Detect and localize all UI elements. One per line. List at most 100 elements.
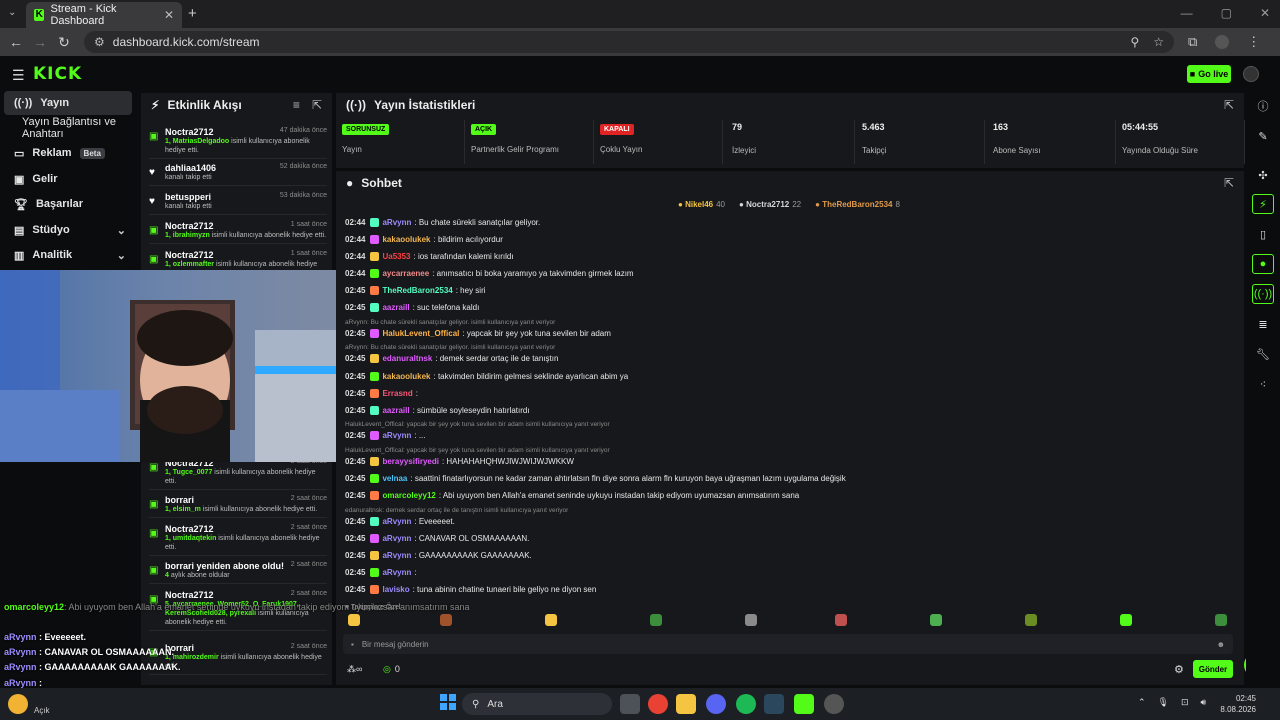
message-username[interactable]: aycarraenee xyxy=(382,269,429,278)
emote-icon[interactable] xyxy=(440,614,452,626)
emote-icon[interactable] xyxy=(1120,614,1132,626)
steam-icon[interactable] xyxy=(764,694,784,714)
emote-icon[interactable] xyxy=(348,614,360,626)
message-username[interactable]: omarcoleyy12 xyxy=(382,491,435,500)
message-username[interactable]: edanuraltnsk xyxy=(382,354,432,363)
layers-icon[interactable]: ≣ xyxy=(1252,314,1274,334)
chat-message[interactable]: 02:45 velnaa: saattini finatarlıyorsun ne… xyxy=(345,474,846,483)
sidebar-item-studyo[interactable]: ▤ Stüdyo ⌄ xyxy=(4,218,132,242)
bookmark-star-icon[interactable]: ☆ xyxy=(1153,35,1164,49)
notes-icon[interactable]: ▯ xyxy=(1252,224,1274,244)
message-username[interactable]: kakaoolukek xyxy=(382,372,430,381)
chat-message[interactable]: 02:45 omarcoleyy12: Abi uyuyom ben Allah'… xyxy=(345,491,799,500)
forward-icon[interactable]: → xyxy=(28,34,52,50)
activity-item[interactable]: ♥ betuspperi 53 dakika önce kanalı takip e… xyxy=(149,192,327,215)
go-live-button[interactable]: ■ Go live xyxy=(1187,65,1231,83)
chat-message[interactable]: 02:45 aRvynn: Eveeeeet. xyxy=(345,517,455,526)
message-username[interactable]: berayysifiryedi xyxy=(382,457,438,466)
chat-tools-icon[interactable]: ⁂∞ xyxy=(347,664,362,675)
chat-message[interactable]: 02:45 HalukLevent_Offical: yapcak bir şey… xyxy=(345,329,611,338)
activity-item[interactable]: ♥ dahliaa1406 52 dakika önce kanalı takip … xyxy=(149,163,327,186)
popout-icon[interactable]: ⇱ xyxy=(1224,176,1234,190)
edit-icon[interactable]: ✎ xyxy=(1252,126,1274,146)
zoom-icon[interactable]: ⚲ xyxy=(1130,35,1139,49)
message-username[interactable]: aRvynn xyxy=(382,517,411,526)
sidebar-item-reklam[interactable]: ▭ Reklam Beta xyxy=(4,141,132,165)
tray-chevron-icon[interactable]: ⌃ xyxy=(1138,697,1146,708)
sidebar-item-analitik[interactable]: ▥ Analitik ⌄ xyxy=(4,243,132,267)
message-username[interactable]: HalukLevent_Offical xyxy=(382,329,459,338)
message-username[interactable]: aazraill xyxy=(382,406,409,415)
raid-icon[interactable]: ✣ xyxy=(1252,165,1274,185)
activity-item[interactable]: ▣Noctra27122 saat önce1, Tugce_0077 isim… xyxy=(149,458,327,490)
chat-message[interactable]: 02:44 aycarraenee: anımsatıcı bi boka yar… xyxy=(345,269,634,278)
mic-icon[interactable]: 🎙︎ xyxy=(1158,697,1169,708)
message-username[interactable]: kakaoolukek xyxy=(382,235,430,244)
message-username[interactable]: TheRedBaron2534 xyxy=(382,286,452,295)
chat-message[interactable]: 02:45 aRvynn: xyxy=(345,568,417,577)
emote-icon[interactable] xyxy=(930,614,942,626)
chat-toggle-icon[interactable]: ● xyxy=(1252,254,1274,274)
message-username[interactable]: Ua5353 xyxy=(382,252,410,261)
chat-message[interactable]: 02:44 kakaoolukek: bildirim acılıyordur xyxy=(345,235,503,244)
message-username[interactable]: aRvynn xyxy=(382,568,411,577)
back-icon[interactable]: ← xyxy=(4,34,28,50)
reload-icon[interactable]: ↻ xyxy=(52,34,76,51)
send-button[interactable]: Gönder xyxy=(1193,660,1233,678)
new-tab-icon[interactable]: + xyxy=(188,5,197,22)
activity-item[interactable]: ▣ borrari yeniden abone oldu! 2 saat önce 4… xyxy=(149,561,327,584)
top-chatter[interactable]: ● Nikel46 40 xyxy=(678,200,725,209)
chat-message[interactable]: 02:45 kakaoolukek: takvimden bildirim gel… xyxy=(345,372,628,381)
info-icon[interactable]: ⓘ xyxy=(1252,96,1274,116)
chat-message[interactable]: 02:45 lavisko: tuna abinin chatine tunaer… xyxy=(345,585,596,594)
profile-avatar[interactable] xyxy=(1215,35,1230,49)
file-explorer-icon[interactable] xyxy=(676,694,696,714)
obs-icon[interactable] xyxy=(824,694,844,714)
activity-item[interactable]: ▣ borrari 2 saat önce 1, elsim_m isimli kul… xyxy=(149,495,327,518)
stats-toggle-icon[interactable]: ((·)) xyxy=(1252,284,1274,304)
chat-message[interactable]: 02:45 aazraill: sümbüle soyleseydin hatır… xyxy=(345,406,530,415)
message-username[interactable]: aazraill xyxy=(382,303,409,312)
weather-icon[interactable] xyxy=(8,694,28,714)
sidebar-item-yayin[interactable]: ((·)) Yayın xyxy=(4,91,132,115)
filter-icon[interactable]: ≡ xyxy=(293,98,300,112)
extensions-icon[interactable]: ⧉ xyxy=(1188,34,1197,50)
chat-settings-gear-icon[interactable]: ⚙ xyxy=(1174,663,1184,676)
emote-icon[interactable] xyxy=(745,614,757,626)
tab-list-icon[interactable]: ⌄ xyxy=(8,7,16,18)
kick-logo[interactable]: KICK xyxy=(33,64,82,84)
activity-toggle-icon[interactable]: ⚡︎ xyxy=(1252,194,1274,214)
hamburger-menu-icon[interactable]: ☰ xyxy=(12,67,25,84)
activity-item[interactable]: ▣ Noctra2712 47 dakika önce 1, MatriasDelga… xyxy=(149,127,327,159)
top-chatter[interactable]: ● Noctra2712 22 xyxy=(739,200,801,209)
wrench-icon[interactable]: 🔧︎ xyxy=(1252,344,1274,364)
chat-message[interactable]: 02:45 Errasnd: xyxy=(345,389,418,398)
message-username[interactable]: velnaa xyxy=(382,474,407,483)
emote-icon[interactable] xyxy=(545,614,557,626)
chat-message[interactable]: 02:44 aRvynn: Bu chate sürekli sanatçılar… xyxy=(345,218,540,227)
task-view-icon[interactable] xyxy=(620,694,640,714)
chat-message[interactable]: 02:45 aazraill: suc telefona kaldı xyxy=(345,303,479,312)
volume-icon[interactable]: 🔊︎ xyxy=(1201,697,1207,708)
chat-settings-icon[interactable]: ▪ xyxy=(351,640,354,649)
close-tab-icon[interactable]: ✕ xyxy=(164,8,174,22)
message-username[interactable]: aRvynn xyxy=(382,534,411,543)
chrome-icon[interactable] xyxy=(648,694,668,714)
message-username[interactable]: Errasnd xyxy=(382,389,412,398)
discord-icon[interactable] xyxy=(706,694,726,714)
activity-item[interactable]: ▣ Noctra2712 2 saat önce 1, umitdaqtekin is… xyxy=(149,524,327,556)
taskbar-search[interactable]: ⚲ Ara xyxy=(462,693,612,715)
chat-message[interactable]: 02:45 aRvynn: CANAVAR OL OSMAAAAAAN. xyxy=(345,534,529,543)
browser-menu-icon[interactable]: ⋮ xyxy=(1247,34,1260,50)
sidebar-item-basarilar[interactable]: 🏆︎ Başarılar xyxy=(4,192,132,216)
browser-tab[interactable]: K Stream - Kick Dashboard ✕ xyxy=(26,2,182,28)
channel-points[interactable]: ◎ 0 xyxy=(383,664,400,675)
emote-icon[interactable] xyxy=(1025,614,1037,626)
popout-icon[interactable]: ⇱ xyxy=(1224,98,1234,112)
sidebar-item-gelir[interactable]: ▣ Gelir xyxy=(4,167,132,191)
top-chatter[interactable]: ● TheRedBaron2534 8 xyxy=(815,200,900,209)
chat-message[interactable]: 02:45 aRvynn: ... xyxy=(345,431,426,440)
chat-message[interactable]: 02:44 Ua5353: ios tarafından kalemi kırıl… xyxy=(345,252,514,261)
message-username[interactable]: aRvynn xyxy=(382,431,411,440)
user-avatar[interactable] xyxy=(1243,66,1259,82)
